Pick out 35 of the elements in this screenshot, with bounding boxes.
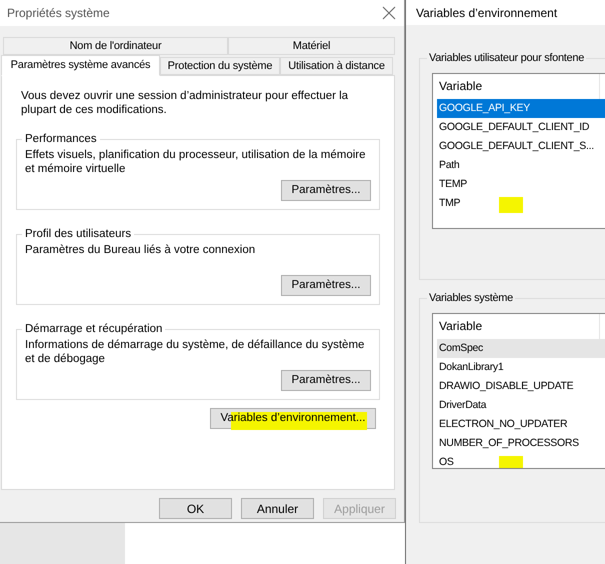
window-title: Variables d’environnement [416,4,558,22]
settings-button[interactable]: Paramètres... [281,370,371,391]
settings-button[interactable]: Paramètres... [281,180,371,201]
variable-row[interactable]: GOOGLE_DEFAULT_CLIENT_ID [437,118,605,136]
close-icon[interactable] [382,6,396,20]
variable-row[interactable]: DriverData [437,396,605,414]
group-description: Informations de démarrage du système, de défaillance du système et de débogage [25,338,366,367]
variable-row[interactable]: GOOGLE_DEFAULT_CLIENT_S... [437,136,605,156]
dialog-button[interactable]: Annuler [241,498,314,519]
window-title: Propriétés système [7,5,110,22]
dialog-button[interactable]: OK [159,498,232,519]
tab[interactable]: Paramètres système avancés [1,55,160,76]
group-title: Performances [24,133,98,145]
group-title: Profil des utilisateurs [24,228,132,240]
group-title: Variables utilisateur pour sfontene [428,51,586,66]
variable-row[interactable]: ComSpec [437,338,605,358]
tab[interactable]: Utilisation à distance [280,57,393,75]
variable-row[interactable]: TEMP [437,174,605,194]
notice-text: Vous devez ouvrir une session d’administrateur pour effectuer la plupart de ces modifications. [20,89,350,117]
variable-row[interactable]: Path [437,156,605,174]
variable-row[interactable]: OS [437,452,605,468]
variable-row[interactable]: GOOGLE_API_KEY [437,98,605,118]
tab[interactable]: Matériel [228,37,395,55]
variable-row[interactable]: NUMBER_OF_PROCESSORS [437,434,605,452]
variable-row[interactable]: ELECTRON_NO_UPDATER [437,414,605,434]
group-description: Paramètres du Bureau liés à votre connexion [25,243,256,258]
tab[interactable]: Nom de l'ordinateur [3,37,228,55]
settings-button[interactable]: Paramètres... [281,275,371,296]
tab[interactable]: Protection du système [160,57,280,75]
group-title: Variables système [428,291,514,306]
group-description: Effets visuels, planification du processeur, utilisation de la mémoire et mémoire virtuelle [25,148,366,177]
variable-row[interactable]: TMP [437,194,605,212]
variable-row[interactable]: DokanLibrary1 [437,358,605,376]
variable-row[interactable]: DRAWIO_DISABLE_UPDATE [437,376,605,396]
group-title: Démarrage et récupération [24,323,164,335]
